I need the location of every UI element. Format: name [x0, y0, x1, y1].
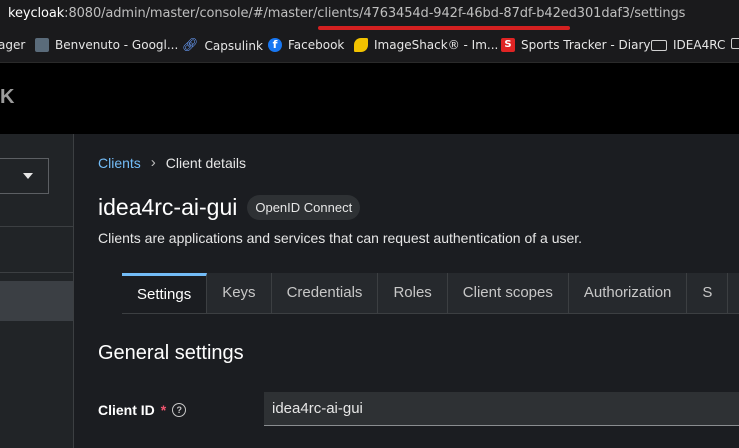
- brand-logo: K: [0, 86, 15, 108]
- caret-down-icon: [23, 173, 33, 179]
- tab-keys[interactable]: Keys: [207, 273, 272, 313]
- tab-roles[interactable]: Roles: [378, 273, 448, 313]
- tab-settings[interactable]: Settings: [122, 273, 208, 313]
- bookmark-label: Facebook: [288, 38, 345, 52]
- bookmark-item[interactable]: [731, 38, 739, 49]
- page-title: idea4rc-ai-gui: [98, 194, 238, 220]
- bookmark-item[interactable]: ager: [0, 38, 25, 52]
- page-description: Clients are applications and services th…: [98, 230, 583, 246]
- tab-authorization[interactable]: Authorization: [569, 273, 688, 313]
- main-content: Clients › Client details idea4rc-ai-gui …: [74, 134, 739, 448]
- facebook-icon: f: [268, 38, 282, 52]
- tab-truncated[interactable]: S: [687, 273, 729, 313]
- title-row: idea4rc-ai-gui OpenID Connect: [98, 194, 361, 221]
- breadcrumb-current: Client details: [165, 154, 246, 171]
- realm-selector[interactable]: [0, 158, 49, 194]
- tab-client-scopes[interactable]: Client scopes: [448, 273, 569, 313]
- client-id-field[interactable]: [264, 392, 739, 426]
- breadcrumb: Clients › Client details: [98, 154, 246, 171]
- protocol-badge: OpenID Connect: [247, 195, 361, 220]
- bookmark-label: ImageShack® - Im...: [374, 38, 499, 52]
- bookmark-label: Capsulink: [204, 38, 263, 53]
- bookmark-item[interactable]: f Facebook: [268, 38, 344, 52]
- help-icon[interactable]: ?: [172, 403, 187, 417]
- browser-url-bar[interactable]: keycloak:8080/admin/master/console/#/mas…: [0, 0, 739, 30]
- bookmark-icon: [35, 38, 49, 52]
- bookmark-label: Benvenuto - Googl...: [55, 38, 179, 52]
- bookmark-item[interactable]: Benvenuto - Googl...: [35, 38, 178, 52]
- app-header: K: [0, 63, 739, 134]
- client-tabs: Settings Keys Credentials Roles Client s…: [122, 273, 739, 314]
- url-text[interactable]: keycloak:8080/admin/master/console/#/mas…: [8, 6, 685, 21]
- bookmarks-bar: ager Benvenuto - Googl... 🔗︎ Capsulink f…: [0, 30, 739, 63]
- tab-credentials[interactable]: Credentials: [272, 273, 379, 313]
- bookmark-item[interactable]: S Sports Tracker - Diary: [501, 38, 651, 52]
- folder-icon: [731, 38, 739, 49]
- client-id-label: Client ID * ?: [98, 402, 187, 418]
- sidebar: [0, 134, 74, 448]
- chevron-right-icon: ›: [150, 154, 156, 171]
- url-host: keycloak: [8, 6, 65, 21]
- breadcrumb-clients-link[interactable]: Clients: [98, 155, 141, 171]
- sidebar-divider: [0, 272, 73, 273]
- bookmark-item[interactable]: 🔗︎ Capsulink: [182, 38, 263, 53]
- bookmark-label: Sports Tracker - Diary: [521, 38, 651, 52]
- imageshack-icon: [354, 38, 368, 52]
- url-path: :8080/admin/master/console/#/master/clie…: [64, 6, 686, 21]
- sidebar-divider: [0, 226, 73, 227]
- required-marker: *: [160, 402, 167, 418]
- sidebar-item-clients[interactable]: [0, 281, 73, 321]
- bookmark-label: ager: [0, 38, 26, 52]
- bookmark-item[interactable]: ImageShack® - Im...: [354, 38, 498, 52]
- sports-tracker-icon: S: [501, 38, 515, 52]
- folder-icon: [651, 39, 667, 51]
- bookmark-item[interactable]: IDEA4RC: [651, 38, 725, 52]
- client-id-label-text: Client ID: [98, 402, 155, 418]
- section-title-general-settings: General settings: [98, 342, 244, 364]
- link-icon: 🔗︎: [182, 38, 199, 53]
- bookmark-label: IDEA4RC: [673, 38, 726, 52]
